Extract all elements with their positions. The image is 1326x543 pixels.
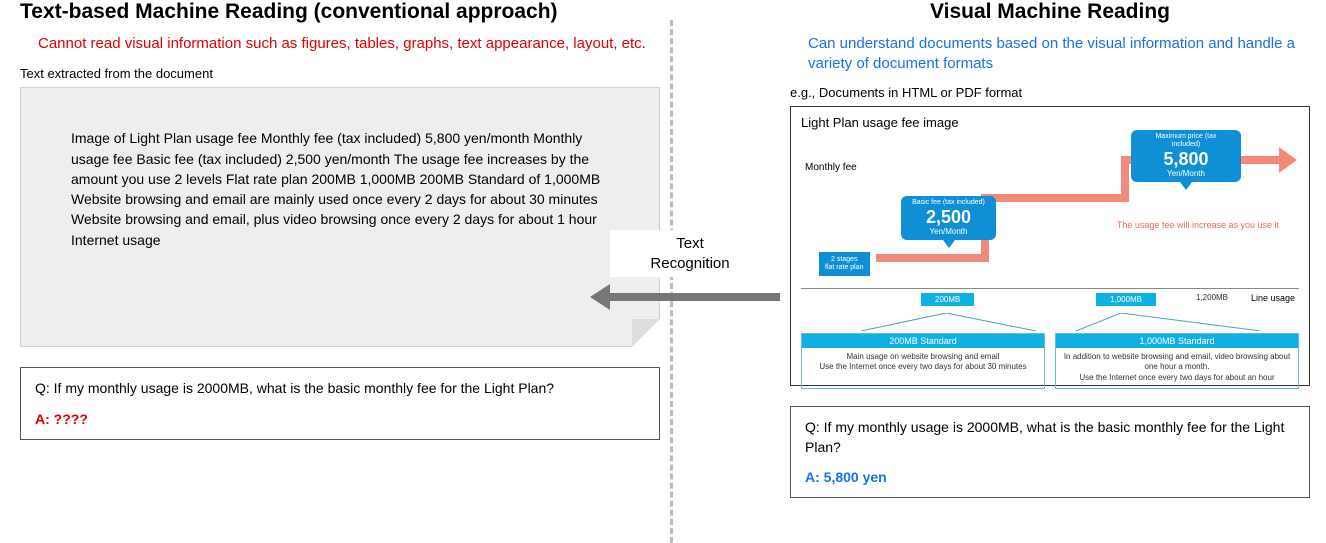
basic-fee-label: Basic fee (tax included) [911, 199, 986, 207]
max-fee-bubble: Maximum price (tax included) 5,800 Yen/M… [1131, 130, 1241, 183]
x-tick-1200mb: 1,200MB [1196, 293, 1228, 302]
chart-step-line [876, 254, 981, 262]
basic-fee-value: 2,500 [911, 207, 986, 228]
x-tag-1000mb: 1,000MB [1096, 293, 1156, 306]
stage-line2: flat rate plan [825, 264, 864, 272]
stage-box: 2 stages flat rate plan [819, 252, 870, 277]
arrow-left-icon [590, 290, 780, 304]
max-fee-label: Maximum price (tax included) [1141, 133, 1231, 149]
x-tag-200mb: 200MB [921, 293, 974, 306]
x-axis-label: Line usage [1251, 293, 1295, 303]
standards-row: 200MB Standard Main usage on website bro… [801, 333, 1299, 389]
text-based-panel: Text-based Machine Reading (conventional… [20, 0, 660, 440]
basic-fee-unit: Yen/Month [911, 227, 986, 236]
right-subtitle: Can understand documents based on the vi… [790, 34, 1310, 75]
document-frame: Light Plan usage fee image Monthly fee B… [790, 106, 1310, 386]
standard-1000mb-line2: Use the Internet once every two days for… [1062, 373, 1292, 384]
right-caption: e.g., Documents in HTML or PDF format [790, 85, 1310, 100]
left-title: Text-based Machine Reading (conventional… [20, 0, 660, 24]
doc-title: Light Plan usage fee image [801, 115, 1299, 130]
standard-1000mb-head: 1,000MB Standard [1056, 334, 1298, 348]
standard-1000mb-line1: In addition to website browsing and emai… [1062, 352, 1292, 374]
basic-fee-bubble: Basic fee (tax included) 2,500 Yen/Month [901, 196, 996, 241]
trend-note: The usage fee will increase as you use i… [1117, 220, 1279, 230]
y-axis-label: Monthly fee [805, 162, 857, 173]
max-fee-value: 5,800 [1141, 149, 1231, 170]
question-left: Q: If my monthly usage is 2000MB, what i… [35, 378, 645, 398]
stage-line1: 2 stages [825, 256, 864, 264]
standard-200mb-line2: Use the Internet once every two days for… [808, 362, 1038, 373]
chart-step-line [981, 194, 1121, 202]
standard-200mb-line1: Main usage on website browsing and email [808, 352, 1038, 363]
answer-right: A: 5,800 yen [805, 467, 1295, 487]
arrow-label: Text Recognition [610, 230, 770, 277]
chart-area: Monthly fee Basic fee (tax included) 2,5… [801, 134, 1299, 289]
x-axis: 200MB 1,000MB 1,200MB Line usage [801, 289, 1299, 313]
answer-left: A: ???? [35, 409, 645, 429]
qa-box-right: Q: If my monthly usage is 2000MB, what i… [790, 406, 1310, 499]
max-fee-unit: Yen/Month [1141, 169, 1231, 178]
extracted-text-box: Image of Light Plan usage fee Monthly fe… [20, 87, 660, 347]
standard-1000mb: 1,000MB Standard In addition to website … [1055, 333, 1299, 389]
standard-200mb: 200MB Standard Main usage on website bro… [801, 333, 1045, 389]
center-divider [670, 20, 673, 543]
page-fold-icon [632, 319, 660, 347]
left-caption: Text extracted from the document [20, 66, 660, 81]
chart-arrow-icon [1279, 147, 1297, 173]
standard-200mb-head: 200MB Standard [802, 334, 1044, 348]
question-right: Q: If my monthly usage is 2000MB, what i… [805, 417, 1295, 458]
visual-reading-panel: Visual Machine Reading Can understand do… [790, 0, 1310, 498]
connector-lines [801, 313, 1299, 331]
qa-box-left: Q: If my monthly usage is 2000MB, what i… [20, 367, 660, 440]
extracted-text: Image of Light Plan usage fee Monthly fe… [71, 128, 609, 250]
right-title: Visual Machine Reading [790, 0, 1310, 24]
left-subtitle: Cannot read visual information such as f… [20, 34, 660, 54]
